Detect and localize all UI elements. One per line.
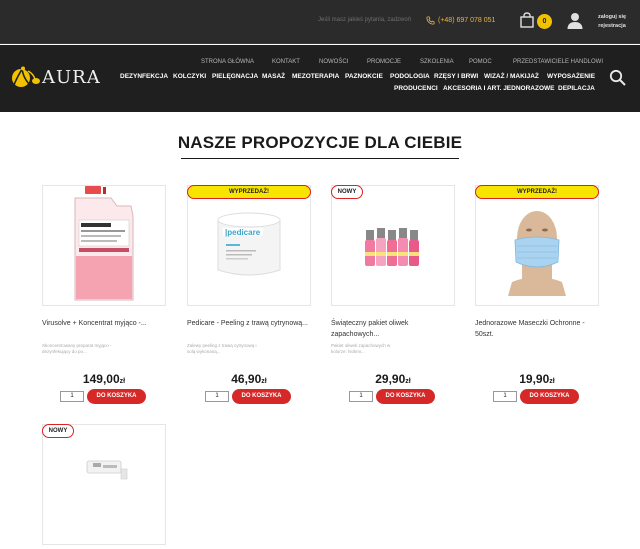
nav-equipment[interactable]: WYPOSAŻENIE (547, 73, 595, 80)
product-description: Pakiet oliwek zapachowych w kolorze: hio… (331, 343, 391, 354)
new-badge: NOWY (331, 185, 363, 199)
phone-number-link[interactable]: (+48) 697 078 051 (438, 17, 495, 24)
price-currency: zł (549, 378, 555, 385)
product-image-frame[interactable]: |pedicare (187, 185, 311, 306)
oil-bottles-image[interactable] (332, 186, 454, 305)
nav-lashes-brows[interactable]: RZĘSY I BRWI (434, 73, 478, 80)
add-to-cart-button[interactable]: DO KOSZYKA (232, 389, 291, 404)
logo-text[interactable]: AURA (42, 67, 101, 88)
price-currency: zł (119, 378, 126, 385)
nav-trainings[interactable]: SZKOLENIA (420, 59, 454, 65)
section-title: NASZE PROPOZYCJE DLA CIEBIE (177, 133, 463, 152)
shopping-bag-icon[interactable] (519, 12, 535, 28)
sale-badge: WYPRZEDAŻ! (475, 185, 599, 199)
product-image-frame[interactable] (331, 185, 455, 306)
product-price: 149,00zł (42, 372, 166, 386)
product-price: 46,90zł (187, 372, 311, 386)
search-icon[interactable] (609, 69, 626, 86)
nav-care[interactable]: PIELĘGNACJA (212, 73, 258, 80)
product-name[interactable]: Jednorazowe Maseczki Ochronne - 50szt. (475, 318, 599, 340)
pedicare-jar-image[interactable]: |pedicare (188, 186, 310, 305)
nav-promotions[interactable]: PROMOCJE (367, 59, 401, 65)
nav-makeup[interactable]: WIZAŻ / MAKIJAŻ (484, 73, 539, 80)
register-link-label[interactable]: rejestracja (592, 22, 632, 31)
top-bar: Jeśli masz jakieś pytania, zadzwoń (+48)… (0, 0, 640, 44)
title-underline (181, 158, 459, 159)
quantity-input[interactable]: 1 (349, 391, 373, 402)
quantity-input[interactable]: 1 (60, 391, 84, 402)
nav-mesotherapy[interactable]: MEZOTERAPIA (292, 73, 339, 80)
product-name[interactable]: Virusolve + Koncentrat myjąco -... (42, 318, 166, 329)
user-icon[interactable] (567, 12, 583, 29)
new-badge: NOWY (42, 424, 74, 438)
product-name[interactable]: Pedicare - Peeling z trawą cytrynową... (187, 318, 311, 329)
cart-count-badge[interactable]: 0 (537, 14, 552, 29)
nav-earrings[interactable]: KOLCZYKI (173, 73, 206, 80)
login-register-link[interactable]: zaloguj się rejestracja (592, 13, 632, 31)
nav-help[interactable]: POMOC (469, 59, 492, 65)
nav-contact[interactable]: KONTAKT (272, 59, 300, 65)
price-value: 29,90 (375, 372, 406, 386)
price-value: 149,00 (82, 372, 120, 386)
sale-badge: WYPRZEDAŻ! (187, 185, 311, 199)
virusolve-bottle-image[interactable] (43, 186, 165, 305)
nav-news[interactable]: NOWOŚCI (319, 59, 348, 65)
nav-disinfection[interactable]: DEZYNFEKCJA (120, 73, 168, 80)
price-currency: zł (405, 378, 411, 385)
quantity-input[interactable]: 1 (205, 391, 229, 402)
price-value: 46,90 (231, 372, 262, 386)
price-value: 19,90 (519, 372, 550, 386)
product-description: Zalewy peeling z trawą cytrynową i solą … (187, 343, 257, 354)
login-link-label[interactable]: zaloguj się (592, 13, 632, 22)
product-description: Skoncentrowany preparat myjąco - dezynfe… (42, 343, 112, 354)
price-currency: zł (261, 378, 267, 385)
product-price: 19,90zł (475, 372, 599, 386)
contact-question-text: Jeśli masz jakieś pytania, zadzwoń (318, 17, 412, 23)
product-name[interactable]: Świąteczny pakiet oliwek zapachowych... (331, 318, 455, 340)
nav-home[interactable]: STRONA GŁÓWNA (201, 59, 254, 65)
add-to-cart-button[interactable]: DO KOSZYKA (376, 389, 435, 404)
add-to-cart-button[interactable]: DO KOSZYKA (87, 389, 146, 404)
svg-text:|pedicare: |pedicare (225, 228, 261, 237)
product-price: 29,90zł (331, 372, 455, 386)
nav-massage[interactable]: MASAŻ (262, 73, 285, 80)
nav-sales-reps[interactable]: PRZEDSTAWICIELE HANDLOWI (513, 59, 603, 65)
main-navigation: AURA STRONA GŁÓWNA KONTAKT NOWOŚCI PROMO… (0, 45, 640, 112)
product-image-frame[interactable] (475, 185, 599, 306)
quantity-input[interactable]: 1 (493, 391, 517, 402)
phone-icon (426, 16, 435, 25)
nav-nails[interactable]: PAZNOKCIE (345, 73, 383, 80)
product-image-frame[interactable] (42, 185, 166, 306)
add-to-cart-button[interactable]: DO KOSZYKA (520, 389, 579, 404)
nav-depilation[interactable]: DEPILACJA (558, 85, 595, 92)
face-mask-image[interactable] (476, 186, 598, 305)
product-image[interactable] (43, 425, 165, 544)
nav-accessories[interactable]: AKCESORIA I ART. JEDNORAZOWE (443, 85, 554, 92)
product-image-frame[interactable] (42, 424, 166, 545)
nav-producers[interactable]: PRODUCENCI (394, 85, 438, 92)
nav-podology[interactable]: PODOLOGIA (390, 73, 430, 80)
